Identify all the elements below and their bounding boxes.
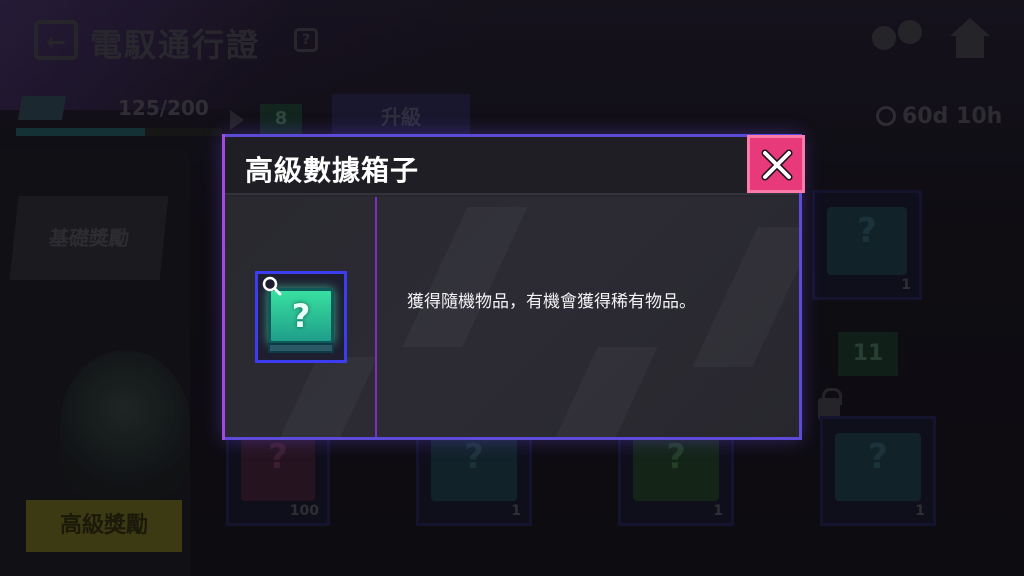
dialog-title: 高級數據箱子 xyxy=(245,154,420,187)
dialog-divider xyxy=(375,197,377,437)
dialog-body: ? 獲得隨機物品，有機會獲得稀有物品。 xyxy=(225,197,799,437)
magnifier-icon[interactable] xyxy=(262,276,282,296)
item-detail-dialog: 高級數據箱子 ? 獲得隨機物品，有機會獲得稀有物品。 xyxy=(222,134,805,440)
item-description: 獲得隨機物品，有機會獲得稀有物品。 xyxy=(407,292,696,312)
close-icon xyxy=(761,149,793,181)
dialog-header: 高級數據箱子 xyxy=(225,137,799,195)
background-decoration xyxy=(532,347,657,437)
background-decoration xyxy=(252,357,377,437)
background-decoration xyxy=(402,207,527,347)
data-box-image: ? xyxy=(268,288,334,353)
item-icon-frame: ? xyxy=(255,271,347,363)
crate-question-mark: ? xyxy=(291,297,311,335)
close-button[interactable] xyxy=(747,135,805,193)
